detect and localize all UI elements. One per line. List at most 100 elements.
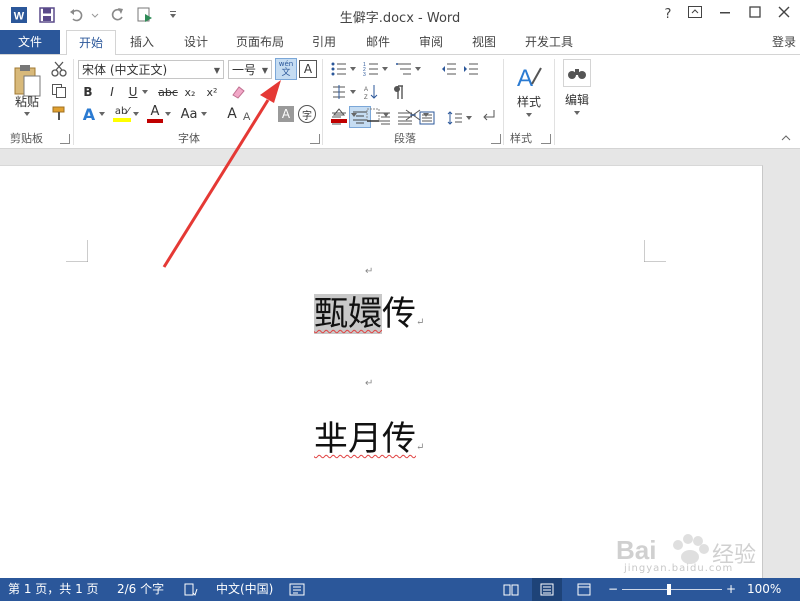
cut-icon[interactable]	[50, 60, 68, 78]
maximize-button[interactable]	[746, 6, 764, 24]
line-spacing-dropdown-icon[interactable]	[465, 113, 473, 123]
zoom-out-button[interactable]: −	[608, 578, 618, 601]
bullets-icon[interactable]	[330, 60, 348, 78]
subscript-button[interactable]: x₂	[181, 83, 199, 101]
zoom-level[interactable]: 100%	[747, 578, 781, 601]
paste-dropdown-icon[interactable]	[22, 110, 32, 118]
zoom-slider-thumb[interactable]	[667, 584, 671, 595]
char-border-button[interactable]: A	[299, 60, 317, 78]
ribbon-display-options-button[interactable]	[686, 6, 704, 24]
paragraph-mark: ↵	[365, 378, 374, 389]
selected-rare-characters[interactable]: 甄嬛	[314, 294, 382, 334]
styles-group-label: 样式	[510, 132, 532, 145]
language-indicator[interactable]: 中文(中国)	[216, 578, 273, 601]
tab-review[interactable]: 审阅	[411, 30, 451, 54]
help-button[interactable]: ?	[659, 6, 677, 24]
italic-button[interactable]: I	[104, 83, 120, 101]
word-count[interactable]: 2/6 个字	[117, 578, 164, 601]
clipboard-dialog-launcher-icon[interactable]	[60, 134, 70, 144]
font-color-dropdown-icon[interactable]	[164, 108, 172, 120]
phonetic-guide-button[interactable]: wén 文	[275, 58, 297, 80]
collapse-ribbon-icon[interactable]	[780, 133, 792, 143]
change-case-dropdown-icon[interactable]	[200, 108, 208, 120]
format-painter-icon[interactable]	[50, 104, 68, 122]
web-layout-icon[interactable]	[577, 583, 591, 599]
borders-dropdown-icon[interactable]	[382, 109, 390, 121]
change-case-button[interactable]: Aa	[178, 105, 200, 123]
line-break-icon[interactable]	[480, 106, 498, 124]
document-line-1[interactable]: 甄嬛传↵	[314, 283, 424, 345]
bold-button[interactable]: B	[80, 83, 96, 101]
phonetic-guide-bottom: 文	[281, 68, 291, 78]
editing-dropdown-icon[interactable]	[572, 109, 582, 117]
tab-references[interactable]: 引用	[304, 30, 344, 54]
copy-icon[interactable]	[50, 82, 68, 100]
sort-icon[interactable]: AZ	[362, 83, 380, 101]
char-shading-button[interactable]: A	[278, 106, 294, 122]
numbering-dropdown-icon[interactable]	[381, 64, 389, 74]
chinese-layout-dropdown-icon[interactable]	[349, 87, 357, 97]
line-1-rest: 传	[382, 294, 416, 334]
zoom-slider[interactable]	[622, 589, 722, 590]
line-spacing-icon[interactable]	[446, 109, 464, 127]
styles-icon[interactable]: A	[512, 60, 546, 94]
shading-button[interactable]	[330, 105, 348, 125]
chevron-down-icon[interactable]: ▼	[214, 61, 220, 80]
styles-dialog-launcher-icon[interactable]	[541, 134, 551, 144]
tab-layout[interactable]: 页面布局	[230, 30, 290, 54]
text-effects-button[interactable]: A	[80, 105, 98, 124]
enclose-char-button[interactable]: 字	[298, 105, 316, 123]
asian-typography-dropdown-icon[interactable]	[422, 109, 430, 121]
document-line-2[interactable]: 芈月传↵	[314, 414, 424, 464]
text-effects-dropdown-icon[interactable]	[98, 108, 106, 120]
multilevel-dropdown-icon[interactable]	[414, 64, 422, 74]
multilevel-list-icon[interactable]	[395, 60, 413, 78]
tab-mailings[interactable]: 邮件	[358, 30, 398, 54]
tab-file[interactable]: 文件	[0, 30, 60, 54]
page-count[interactable]: 第 1 页，共 1 页	[8, 578, 99, 601]
font-color-button[interactable]: A	[146, 103, 164, 125]
tab-view[interactable]: 视图	[464, 30, 504, 54]
bullets-dropdown-icon[interactable]	[349, 64, 357, 74]
asian-typography-icon[interactable]	[404, 106, 422, 124]
font-name-combo[interactable]: 宋体 (中文正文) ▼	[78, 60, 224, 79]
macro-record-icon[interactable]	[289, 583, 305, 599]
paste-button[interactable]: 粘贴	[10, 93, 44, 109]
zoom-in-button[interactable]: +	[726, 578, 736, 601]
find-icon[interactable]	[563, 59, 591, 87]
show-marks-icon[interactable]	[390, 83, 408, 101]
editing-button[interactable]: 编辑	[560, 91, 594, 107]
highlight-dropdown-icon[interactable]	[132, 108, 140, 120]
font-size-combo[interactable]: 一号 ▼	[228, 60, 272, 79]
shading-dropdown-icon[interactable]	[350, 109, 358, 121]
proofing-icon[interactable]	[184, 583, 198, 599]
read-mode-icon[interactable]	[503, 583, 519, 599]
print-layout-icon[interactable]	[540, 583, 554, 599]
styles-dropdown-icon[interactable]	[524, 111, 534, 119]
highlight-button[interactable]: ab⁄	[112, 103, 132, 125]
borders-icon[interactable]	[364, 106, 382, 124]
shrink-font-icon[interactable]: A	[240, 106, 258, 124]
superscript-button[interactable]: x²	[203, 83, 221, 101]
numbering-icon[interactable]: 123	[362, 60, 380, 78]
close-button[interactable]	[775, 6, 793, 24]
styles-button[interactable]: 样式	[512, 93, 546, 109]
tab-insert[interactable]: 插入	[122, 30, 162, 54]
increase-indent-icon[interactable]	[462, 60, 480, 78]
decrease-indent-icon[interactable]	[440, 60, 458, 78]
chevron-down-icon[interactable]: ▼	[262, 61, 268, 80]
clear-formatting-icon[interactable]	[231, 83, 247, 101]
tab-home[interactable]: 开始	[66, 30, 116, 56]
document-page[interactable]	[0, 165, 763, 579]
grow-font-button[interactable]: A	[224, 105, 240, 123]
underline-button[interactable]: U	[126, 83, 140, 101]
underline-dropdown-icon[interactable]	[140, 85, 150, 99]
tab-design[interactable]: 设计	[176, 30, 216, 54]
tab-developer[interactable]: 开发工具	[518, 30, 580, 54]
strikethrough-button[interactable]: abc	[156, 83, 180, 101]
paragraph-dialog-launcher-icon[interactable]	[491, 134, 501, 144]
login-link[interactable]: 登录	[772, 30, 796, 54]
minimize-button[interactable]	[716, 6, 734, 24]
chinese-layout-icon[interactable]	[330, 83, 348, 101]
font-dialog-launcher-icon[interactable]	[310, 134, 320, 144]
